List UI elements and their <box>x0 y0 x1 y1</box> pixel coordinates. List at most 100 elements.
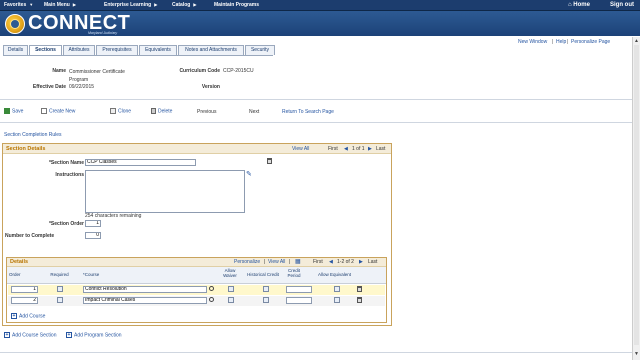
allow-waiver-checkbox[interactable] <box>228 297 234 303</box>
prev-arrow-icon[interactable]: ◀ <box>344 146 348 152</box>
search-icon[interactable] <box>209 286 214 291</box>
save-label: Save <box>12 108 24 115</box>
add-course-section-button[interactable]: + Add Course Section <box>4 332 56 338</box>
help-link[interactable]: Help <box>556 39 566 45</box>
grid-last-link[interactable]: Last <box>368 259 377 265</box>
next-arrow-icon[interactable]: ▶ <box>368 146 372 152</box>
historical-credit-checkbox[interactable] <box>263 286 269 292</box>
plus-icon: + <box>4 332 10 338</box>
enterprise-learning-label: Enterprise Learning <box>104 2 152 8</box>
instructions-textarea[interactable] <box>85 170 245 213</box>
credit-period-input[interactable] <box>286 286 312 293</box>
course-input[interactable]: Impact Criminal Cases <box>83 297 207 304</box>
version-label: Version <box>201 84 220 90</box>
add-course-button[interactable]: + Add Course <box>11 313 45 319</box>
judiciary-seal-logo <box>5 14 25 34</box>
col-required: Required <box>50 272 69 277</box>
curriculum-code-value: CCP-2015CU <box>223 68 254 74</box>
section-name-input[interactable]: CCP Classes <box>85 159 196 166</box>
table-row: 1 Conflict Resolution <box>8 285 385 295</box>
add-program-section-button[interactable]: + Add Program Section <box>66 332 122 338</box>
catalog-menu[interactable]: Catalog ▶ <box>172 2 196 8</box>
grid-first-link[interactable]: First <box>313 259 323 265</box>
tab-prerequisites[interactable]: Prerequisites <box>96 45 138 55</box>
create-new-label: Create New <box>49 108 76 115</box>
scroll-down-icon[interactable]: ▼ <box>634 351 639 357</box>
col-allow-waiver: Allow Waiver <box>223 268 237 278</box>
save-button[interactable]: Save <box>4 108 23 114</box>
allow-waiver-checkbox[interactable] <box>228 286 234 292</box>
col-credit-period: Credit Period <box>287 268 301 278</box>
maintain-programs-label: Maintain Programs <box>214 2 260 8</box>
plus-icon: + <box>66 332 72 338</box>
home-label: Home <box>573 2 590 8</box>
effective-date-label: Effective Date <box>32 84 66 90</box>
sign-out-link[interactable]: Sign out <box>610 2 634 8</box>
delete-button[interactable]: Delete <box>151 108 172 114</box>
order-input[interactable]: 2 <box>11 297 38 304</box>
top-nav-bar: Favorites ▼ Main Menu ▶ Enterprise Learnin… <box>0 0 640 11</box>
create-new-button[interactable]: Create New <box>41 108 75 114</box>
new-window-link[interactable]: New Window <box>518 39 547 45</box>
col-allow-equivalent: Allow Equivalent <box>317 272 352 277</box>
home-link[interactable]: ⌂ Home <box>568 2 590 8</box>
personalize-link[interactable]: Personalize <box>234 259 260 265</box>
range-label: 1 of 1 <box>352 146 365 152</box>
tab-attributes[interactable]: Attributes <box>63 45 95 55</box>
personalize-page-link[interactable]: Personalize Page <box>571 39 610 45</box>
new-document-icon <box>41 108 47 114</box>
details-grid-title: Details <box>10 259 29 265</box>
previous-button[interactable]: Previous <box>197 109 216 115</box>
download-grid-icon[interactable]: ▦ <box>295 258 301 265</box>
save-icon <box>4 108 10 114</box>
add-program-section-label: Add Program Section <box>74 332 122 339</box>
favorites-menu[interactable]: Favorites ▼ <box>4 2 33 8</box>
clone-button[interactable]: Clone <box>110 108 131 114</box>
allow-equivalent-checkbox[interactable] <box>334 297 340 303</box>
section-details-header: Section Details View All First ◀ 1 of 1 … <box>3 144 391 154</box>
delete-section-icon[interactable] <box>267 158 272 164</box>
required-checkbox[interactable] <box>57 297 63 303</box>
next-button[interactable]: Next <box>249 109 259 115</box>
return-to-search-link[interactable]: Return To Search Page <box>282 109 334 115</box>
section-order-input[interactable]: 1 <box>85 220 101 227</box>
chevron-right-icon: ▶ <box>72 2 76 7</box>
instructions-label: Instructions <box>55 172 84 178</box>
grid-view-all-link[interactable]: View All <box>268 259 285 265</box>
number-to-complete-input[interactable]: 0 <box>85 232 101 239</box>
tab-security[interactable]: Security <box>245 45 275 55</box>
chars-remaining: 254 characters remaining <box>85 213 142 219</box>
clone-label: Clone <box>118 108 132 115</box>
scroll-up-icon[interactable]: ▲ <box>634 38 639 44</box>
tab-details[interactable]: Details <box>3 45 28 55</box>
enterprise-learning-menu[interactable]: Enterprise Learning ▶ <box>104 2 157 8</box>
catalog-label: Catalog <box>172 2 191 8</box>
spellcheck-icon[interactable]: ✎ <box>246 170 252 178</box>
order-input[interactable]: 1 <box>11 286 38 293</box>
required-checkbox[interactable] <box>57 286 63 292</box>
course-input[interactable]: Conflict Resolution <box>83 286 207 293</box>
vertical-scrollbar[interactable]: ▲ ▼ <box>632 37 640 360</box>
section-completion-rules-link[interactable]: Section Completion Rules <box>4 132 62 138</box>
maintain-programs-menu[interactable]: Maintain Programs <box>214 2 259 8</box>
credit-period-input[interactable] <box>286 297 312 304</box>
main-menu[interactable]: Main Menu ▶ <box>44 2 76 8</box>
tab-equivalents[interactable]: Equivalents <box>139 45 177 55</box>
col-historical-credit: Historical Credit <box>247 272 279 277</box>
grid-range-label: 1-2 of 2 <box>337 259 354 265</box>
delete-row-icon[interactable] <box>357 297 362 303</box>
favorites-label: Favorites <box>4 2 27 8</box>
delete-row-icon[interactable] <box>357 286 362 292</box>
details-grid-header: Details Personalize | View All | ▦ First… <box>7 258 386 267</box>
last-link[interactable]: Last <box>376 146 385 152</box>
grid-prev-arrow-icon[interactable]: ◀ <box>329 259 333 265</box>
scroll-thumb[interactable] <box>634 45 639 345</box>
view-all-link[interactable]: View All <box>292 146 309 152</box>
historical-credit-checkbox[interactable] <box>263 297 269 303</box>
tab-notes-attachments[interactable]: Notes and Attachments <box>178 45 244 55</box>
curriculum-code-label: Curriculum Code <box>179 68 220 74</box>
first-link[interactable]: First <box>328 146 338 152</box>
allow-equivalent-checkbox[interactable] <box>334 286 340 292</box>
search-icon[interactable] <box>209 297 214 302</box>
grid-next-arrow-icon[interactable]: ▶ <box>359 259 363 265</box>
